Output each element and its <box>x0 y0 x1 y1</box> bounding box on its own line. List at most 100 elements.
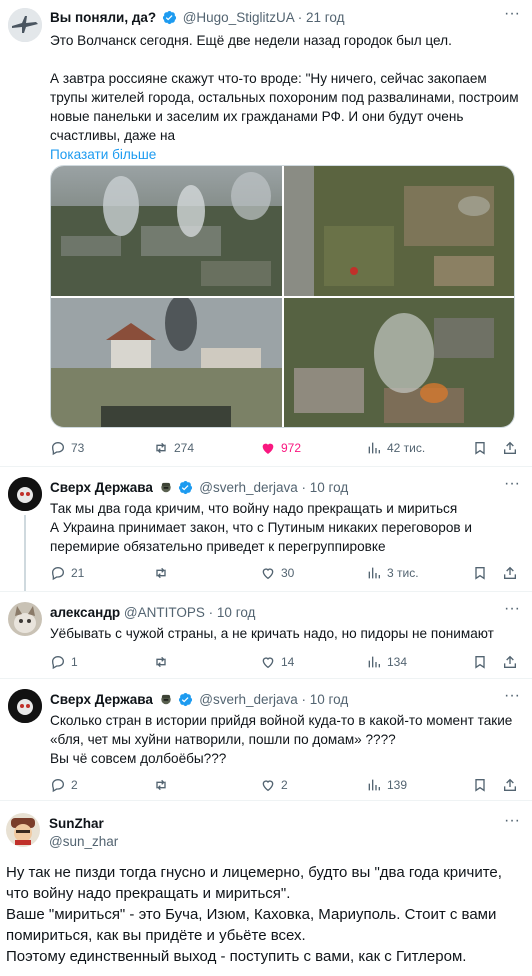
separator: · <box>208 605 214 620</box>
author-handle[interactable]: @sverh_derjava <box>199 480 298 495</box>
tweet-header: Сверх Держава @sverh_derjava · 10 год <box>50 691 348 709</box>
share-button[interactable] <box>502 563 518 583</box>
retweet-button[interactable]: 274 <box>153 438 194 458</box>
reply-icon <box>51 655 65 670</box>
like-button[interactable]: 2 <box>260 775 288 795</box>
avatar[interactable] <box>8 8 42 42</box>
tweet-text: Так мы два года кричим, что войну надо п… <box>50 501 472 554</box>
verified-badge-icon <box>162 10 176 25</box>
avatar[interactable] <box>8 689 42 723</box>
author-handle[interactable]: @sun_zhar <box>49 833 118 851</box>
retweet-button[interactable] <box>153 775 174 795</box>
media-image-4[interactable] <box>284 298 514 427</box>
author-name[interactable]: Сверх Держава <box>50 480 153 495</box>
tweet-text: А завтра россияне скажут что-то вроде: "… <box>50 71 523 143</box>
timestamp[interactable]: 10 год <box>310 480 348 495</box>
author-handle[interactable]: @ANTITOPS <box>124 605 205 620</box>
media-image-3[interactable] <box>51 295 282 427</box>
avatar[interactable] <box>8 602 42 636</box>
bookmark-button[interactable] <box>472 563 488 583</box>
bookmark-button[interactable] <box>472 775 488 795</box>
like-button[interactable]: 972 <box>260 438 301 458</box>
like-count: 14 <box>281 655 295 669</box>
author-name[interactable]: Сверх Держава <box>50 692 153 707</box>
more-options-icon[interactable]: ··· <box>502 476 522 496</box>
reply-button[interactable]: 73 <box>50 438 84 458</box>
views-count: 139 <box>387 778 408 792</box>
reply-count: 21 <box>71 566 85 580</box>
tweet-body: Это Волчанск сегодня. Ещё две недели наз… <box>50 31 520 164</box>
views-button[interactable]: 42 тис. <box>366 438 425 458</box>
retweet-icon <box>156 656 166 668</box>
retweet-icon <box>156 779 166 791</box>
heart-filled-icon <box>262 443 274 454</box>
more-options-icon[interactable]: ··· <box>502 688 522 708</box>
tweet-5-focused[interactable]: SunZhar @sun_zhar ··· Ну так не пизди то… <box>0 801 532 976</box>
tweet-4[interactable]: Сверх Держава @sverh_derjava · 10 год ··… <box>0 679 532 799</box>
views-chart-icon <box>368 779 380 791</box>
tweet-2[interactable]: Сверх Держава @sverh_derjava · 10 год ··… <box>0 467 532 591</box>
views-count: 134 <box>387 655 408 669</box>
reply-count: 73 <box>71 441 85 455</box>
like-button[interactable]: 30 <box>260 563 294 583</box>
reply-count: 1 <box>71 655 78 669</box>
share-button[interactable] <box>502 438 518 458</box>
more-options-icon[interactable]: ··· <box>502 813 522 833</box>
author-name[interactable]: александр <box>50 605 120 620</box>
reply-button[interactable]: 1 <box>50 652 78 672</box>
media-image-2[interactable] <box>284 166 514 296</box>
bookmark-icon <box>475 779 485 792</box>
views-chart-icon <box>368 656 380 668</box>
verified-badge-icon <box>179 480 193 495</box>
media-grid[interactable] <box>50 165 515 428</box>
tweet-header: Сверх Держава @sverh_derjava · 10 год <box>50 479 348 497</box>
separator: · <box>297 10 303 25</box>
author-name[interactable]: SunZhar <box>49 815 118 833</box>
author-name[interactable]: Вы поняли, да? <box>50 10 156 25</box>
avatar[interactable] <box>6 813 40 847</box>
soldier-emoji-icon <box>161 694 171 705</box>
verified-badge-icon <box>179 692 193 707</box>
like-button[interactable]: 14 <box>260 652 294 672</box>
bookmark-button[interactable] <box>472 652 488 672</box>
tweet-body: Сколько стран в истории прийдя войной ку… <box>50 711 520 768</box>
like-count: 30 <box>281 566 295 580</box>
timestamp[interactable]: 10 год <box>310 692 348 707</box>
views-button[interactable]: 3 тис. <box>366 563 419 583</box>
reply-button[interactable]: 2 <box>50 775 78 795</box>
show-more-link[interactable]: Показати більше <box>50 147 156 162</box>
share-icon <box>504 566 516 579</box>
heart-icon <box>262 780 274 792</box>
like-count: 972 <box>281 441 302 455</box>
bookmark-icon <box>475 656 485 669</box>
media-image-1[interactable] <box>51 166 282 296</box>
reply-icon <box>51 778 65 793</box>
author-handle[interactable]: @Hugo_StiglitzUA <box>183 10 294 25</box>
tweet-1[interactable]: Вы поняли, да? @Hugo_StiglitzUA · 21 год… <box>0 0 532 462</box>
share-icon <box>504 441 516 454</box>
reply-button[interactable]: 21 <box>50 563 84 583</box>
bookmark-button[interactable] <box>472 438 488 458</box>
bookmark-icon <box>475 567 485 580</box>
bookmark-icon <box>475 442 485 455</box>
retweet-button[interactable] <box>153 652 174 672</box>
more-options-icon[interactable]: ··· <box>502 601 522 621</box>
heart-icon <box>262 657 274 669</box>
reply-icon <box>51 566 65 581</box>
reply-count: 2 <box>71 778 78 792</box>
share-button[interactable] <box>502 652 518 672</box>
timestamp[interactable]: 10 год <box>217 605 255 620</box>
black-avatar-icon <box>8 477 42 511</box>
avatar[interactable] <box>8 477 42 511</box>
more-options-icon[interactable]: ··· <box>502 6 522 26</box>
retweet-button[interactable] <box>153 563 174 583</box>
views-count: 3 тис. <box>387 566 419 580</box>
cat-avatar-icon <box>8 602 42 636</box>
tweet-3[interactable]: александр @ANTITOPS · 10 год ··· Уёбыват… <box>0 592 532 678</box>
author-handle[interactable]: @sverh_derjava <box>199 692 298 707</box>
timestamp[interactable]: 21 год <box>306 10 344 25</box>
share-button[interactable] <box>502 775 518 795</box>
views-button[interactable]: 134 <box>366 652 407 672</box>
black-avatar-icon <box>8 689 42 723</box>
views-button[interactable]: 139 <box>366 775 407 795</box>
